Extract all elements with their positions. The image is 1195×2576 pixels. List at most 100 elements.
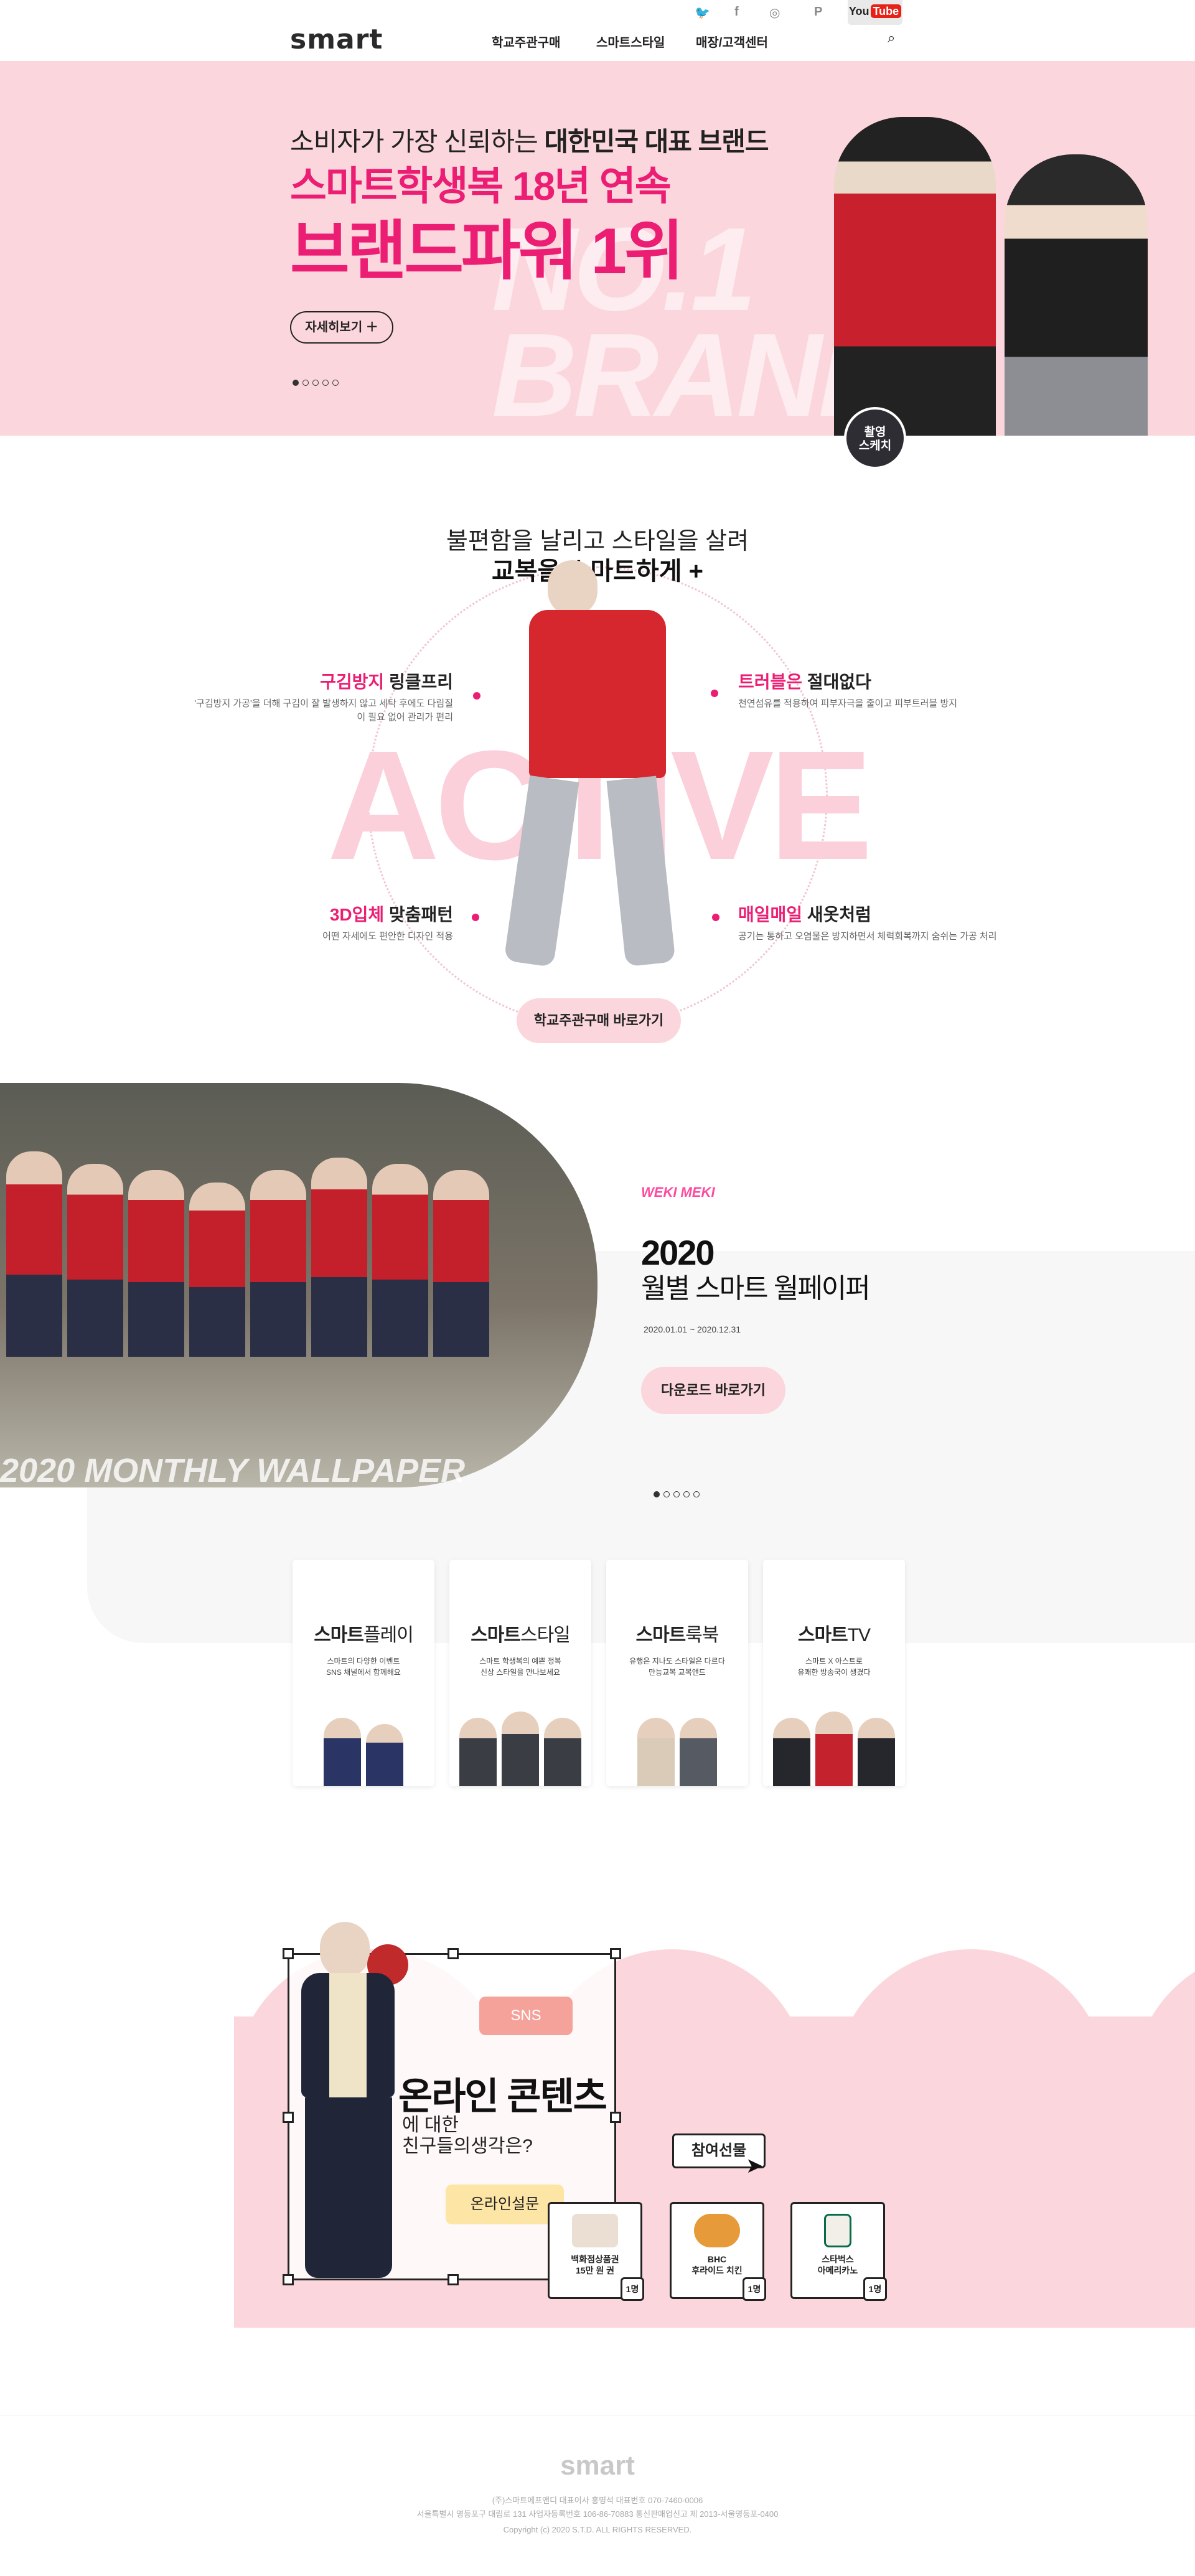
feature-accent: 매일매일 xyxy=(738,905,803,924)
gift-chicken: BHC 후라이드 치킨 1명 xyxy=(670,2202,766,2301)
hero-dot-3[interactable] xyxy=(312,380,319,386)
active-heading-line2: 교복을 스마트하게 + xyxy=(492,558,703,585)
hero-model-boy xyxy=(834,117,996,436)
hero-dot-4[interactable] xyxy=(322,380,329,386)
card-image xyxy=(293,1693,434,1786)
online-survey-button[interactable]: 온라인설문 xyxy=(446,2185,564,2224)
card-title-bold: 스마트 xyxy=(471,1625,521,1646)
hero-dot-5[interactable] xyxy=(332,380,339,386)
cursor-icon: ➤ xyxy=(746,2154,764,2178)
online-title: 온라인 콘텐츠 xyxy=(398,2066,607,2120)
hero-subtitle-prefix: 소비자가 가장 신뢰하는 xyxy=(290,127,545,156)
gift-gift-card: 백화점상품권 15만 원 권 1명 xyxy=(548,2202,644,2301)
footer-company-info: (주)스마트에프앤디 대표이사 홍명석 대표번호 070-7460-0006 xyxy=(492,2496,703,2505)
wp-dot-4[interactable] xyxy=(683,1491,690,1497)
online-model-pants xyxy=(305,2097,392,2278)
feature-wrinkle-free: 구김방지 링클프리 '구김방지 가공'을 더해 구김이 잘 발생하지 않고 세탁… xyxy=(192,668,453,724)
hero-title-line2: 브랜드파워 1위 xyxy=(290,215,684,288)
nav-smart-style[interactable]: 스마트스타일 xyxy=(596,32,665,50)
feature-dot xyxy=(712,914,719,921)
card-smart-style[interactable]: 스마트스타일 스마트 학생복의 예쁜 정복 신상 스타일을 만나보세요 xyxy=(449,1560,591,1786)
gift-name: 백화점상품권 15만 원 권 xyxy=(571,2254,619,2275)
shooting-sketch-badge[interactable]: 촬영 스케치 xyxy=(844,407,906,469)
feature-accent: 트러블은 xyxy=(738,672,803,691)
hero-dot-2[interactable] xyxy=(302,380,309,386)
twitter-icon[interactable]: 🐦 xyxy=(695,5,710,21)
weki-meki-logo: WEKI MEKI xyxy=(641,1184,715,1200)
active-model-jacket xyxy=(529,610,666,778)
feature-dot xyxy=(473,692,480,700)
feature-desc: 어떤 자세에도 편안한 디자인 적용 xyxy=(322,931,453,942)
youtube-you: You xyxy=(848,5,869,17)
online-arch-3 xyxy=(834,1949,1108,2223)
site-header: smart 학교주관구매 스마트스타일 매장/고객센터 🐦 f ◎ P You T… xyxy=(0,0,1195,61)
active-model-head xyxy=(548,560,598,616)
gift-name: 스타벅스 아메리카노 xyxy=(817,2254,858,2275)
sns-bubble: SNS xyxy=(479,1997,573,2035)
card-smart-lookbook[interactable]: 스마트룩북 유행은 지나도 스타일은 다르다 만능교복 교복앤드 xyxy=(606,1560,748,1786)
hero-banner: NO.1 BRAND 소비자가 가장 신뢰하는 대한민국 대표 브랜드 스마트학… xyxy=(0,61,1195,436)
feature-accent: 3D입체 xyxy=(329,905,385,924)
wp-dot-2[interactable] xyxy=(663,1491,670,1497)
footer-copyright: Copyright (c) 2020 S.T.D. ALL RIGHTS RES… xyxy=(503,2525,692,2534)
gift-qty: 1명 xyxy=(621,2277,644,2301)
hero-dot-1[interactable] xyxy=(293,380,299,386)
feature-rest: 절대없다 xyxy=(802,672,871,691)
feature-desc: '구김방지 가공'을 더해 구김이 잘 발생하지 않고 세탁 후에도 다림질이 … xyxy=(194,698,453,723)
card-title-light: 플레이 xyxy=(363,1625,414,1646)
feature-desc: 천연섬유를 적용하여 피부자극을 줄이고 피부트러블 방지 xyxy=(738,698,958,709)
card-smart-tv[interactable]: 스마트TV 스마트 X 아스트로 유쾌한 방송국이 생겼다 xyxy=(763,1560,905,1786)
wp-dot-5[interactable] xyxy=(693,1491,700,1497)
wp-dot-3[interactable] xyxy=(673,1491,680,1497)
youtube-tube: Tube xyxy=(870,4,902,18)
badge-line2: 스케치 xyxy=(858,439,892,452)
coffee-cup-icon xyxy=(824,2214,851,2247)
footer-logo: smart xyxy=(560,2450,635,2481)
card-title-bold: 스마트 xyxy=(314,1625,364,1646)
page: smart 학교주관구매 스마트스타일 매장/고객센터 🐦 f ◎ P You T… xyxy=(0,0,1195,2576)
card-desc: 스마트의 다양한 이벤트 SNS 채널에서 함께해요 xyxy=(326,1657,401,1677)
hero-slide-dots xyxy=(293,380,339,386)
wallpaper-group xyxy=(0,1151,598,1357)
school-purchase-button[interactable]: 학교주관구매 바로가기 xyxy=(517,998,681,1043)
instagram-icon[interactable]: ◎ xyxy=(769,5,780,21)
feature-rest: 새옷처럼 xyxy=(802,905,871,924)
wallpaper-caption: 2020 MONTHLY WALLPAPER xyxy=(0,1452,466,1489)
card-image xyxy=(763,1693,905,1786)
search-icon[interactable]: ⌕ xyxy=(888,30,895,46)
online-model-head xyxy=(320,1922,370,1978)
online-model-top xyxy=(301,1973,395,2097)
feature-dot xyxy=(472,914,479,921)
nav-store-service[interactable]: 매장/고객센터 xyxy=(696,32,768,50)
card-title-light: TV xyxy=(847,1625,871,1646)
chicken-icon xyxy=(694,2214,740,2247)
card-title-light: 스타일 xyxy=(520,1625,571,1646)
feature-rest: 맞춤패턴 xyxy=(384,905,453,924)
card-title-bold: 스마트 xyxy=(635,1625,686,1646)
feature-desc: 공기는 통하고 오염물은 방지하면서 체력회복까지 숨쉬는 가공 처리 xyxy=(738,931,997,942)
wp-dot-1[interactable] xyxy=(654,1491,660,1497)
online-sub1: 에 대한 xyxy=(402,2115,459,2135)
feature-like-new: 매일매일 새옷처럼 공기는 통하고 오염물은 방지하면서 체력회복까지 숨쉬는 … xyxy=(738,901,1000,944)
online-sub2: 친구들의생각은? xyxy=(402,2136,533,2157)
gift-qty: 1명 xyxy=(863,2277,887,2301)
gift-name: BHC 후라이드 치킨 xyxy=(691,2254,743,2275)
wallpaper-download-button[interactable]: 다운로드 바로가기 xyxy=(641,1367,785,1414)
nav-school-purchase[interactable]: 학교주관구매 xyxy=(492,32,560,50)
card-desc: 스마트 X 아스트로 유쾌한 방송국이 생겼다 xyxy=(797,1657,871,1677)
facebook-icon[interactable]: f xyxy=(734,5,739,19)
logo[interactable]: smart xyxy=(290,24,383,55)
hero-more-label: 자세히보기 xyxy=(305,321,363,334)
naver-post-icon[interactable]: P xyxy=(814,5,822,19)
badge-line1: 촬영 xyxy=(864,426,886,439)
feature-dot xyxy=(711,690,718,697)
online-subtitle: 에 대한 친구들의생각은? xyxy=(402,2115,533,2157)
card-smart-play[interactable]: 스마트플레이 스마트의 다양한 이벤트 SNS 채널에서 함께해요 xyxy=(293,1560,434,1786)
hero-more-button[interactable]: 자세히보기 ＋ xyxy=(290,311,393,344)
youtube-link[interactable]: You Tube xyxy=(848,0,902,25)
hero-subtitle-bold: 대한민국 대표 브랜드 xyxy=(544,127,769,156)
wallpaper-slide-dots xyxy=(654,1491,700,1497)
gift-qty: 1명 xyxy=(743,2277,766,2301)
card-title-light: 룩북 xyxy=(685,1625,719,1646)
gift-card-icon xyxy=(572,2214,618,2247)
